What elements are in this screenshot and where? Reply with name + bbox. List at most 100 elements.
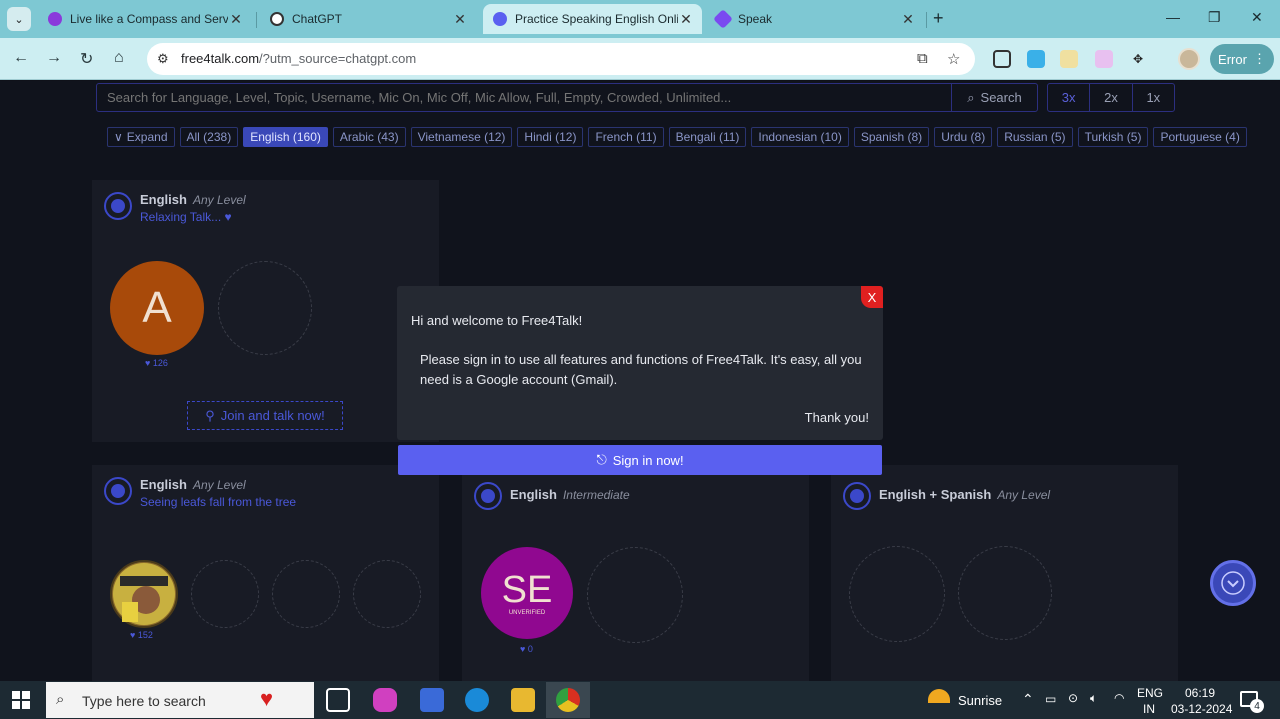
screenshot-extension-icon[interactable] bbox=[993, 50, 1011, 68]
sign-in-button[interactable]: ⎋ Sign in now! bbox=[398, 445, 882, 475]
modal-message: Please sign in to use all features and f… bbox=[420, 352, 862, 387]
modal-thanks: Thank you! bbox=[804, 410, 869, 425]
room-card: English Intermediate SE UNVERIFIED ♥ 0 bbox=[462, 465, 809, 681]
filter-russian[interactable]: Russian (5) bbox=[997, 127, 1073, 147]
chevron-down-icon: ∨ bbox=[114, 130, 123, 144]
meet-now-icon[interactable]: ⊙ bbox=[1068, 691, 1078, 705]
extension-doc-icon[interactable] bbox=[1060, 50, 1078, 68]
search-icon: ⌕ bbox=[56, 691, 65, 708]
avatar[interactable]: A bbox=[110, 261, 204, 355]
windows-start-icon[interactable] bbox=[12, 691, 30, 709]
volume-icon[interactable]: 🔈︎ bbox=[1090, 691, 1097, 706]
filter-arabic[interactable]: Arabic (43) bbox=[332, 127, 406, 147]
close-tab-icon[interactable]: ✕ bbox=[228, 11, 244, 28]
empty-seat[interactable] bbox=[958, 546, 1052, 640]
filter-indonesian[interactable]: Indonesian (10) bbox=[751, 127, 849, 147]
tab-compass[interactable]: Live like a Compass and Serve a ✕ bbox=[38, 4, 252, 34]
minimize-icon[interactable]: — bbox=[1166, 9, 1180, 25]
filter-french[interactable]: French (11) bbox=[588, 127, 664, 147]
weather-label[interactable]: Sunrise bbox=[958, 693, 1002, 708]
zoom-2x[interactable]: 2x bbox=[1089, 84, 1131, 111]
empty-seat[interactable] bbox=[353, 560, 421, 628]
avatar[interactable] bbox=[110, 560, 178, 628]
tab-chatgpt[interactable]: ChatGPT ✕ bbox=[260, 4, 476, 34]
url-text[interactable]: free4talk.com/?utm_source=chatgpt.com bbox=[181, 51, 416, 66]
filter-english[interactable]: English (160) bbox=[243, 127, 328, 147]
close-window-icon[interactable]: ✕ bbox=[1251, 9, 1263, 26]
chrome-icon bbox=[556, 688, 580, 712]
close-tab-icon[interactable]: ✕ bbox=[678, 11, 694, 28]
network-icon[interactable]: ◠ bbox=[1114, 691, 1124, 705]
filter-expand[interactable]: ∨ Expand bbox=[107, 127, 175, 147]
free4talk-favicon-icon bbox=[493, 12, 507, 26]
taskbar-search[interactable]: ⌕ Type here to search ♥ bbox=[46, 682, 314, 718]
bookmark-star-icon[interactable]: ☆ bbox=[947, 50, 960, 68]
filter-urdu[interactable]: Urdu (8) bbox=[934, 127, 993, 147]
filter-hindi[interactable]: Hindi (12) bbox=[517, 127, 584, 147]
likes-count: ♥ 0 bbox=[520, 644, 533, 654]
site-info-icon[interactable]: ⚙ bbox=[157, 51, 173, 67]
empty-seat[interactable] bbox=[587, 547, 683, 643]
search-button[interactable]: ⌕ Search bbox=[951, 84, 1037, 111]
filter-all[interactable]: All (238) bbox=[179, 127, 239, 147]
search-input[interactable] bbox=[97, 84, 952, 111]
empty-seat[interactable] bbox=[272, 560, 340, 628]
address-bar[interactable]: ⚙ free4talk.com/?utm_source=chatgpt.com … bbox=[147, 43, 975, 75]
task-view-icon[interactable] bbox=[326, 688, 350, 712]
tab-speak[interactable]: Speak ✕ bbox=[706, 4, 924, 34]
profile-avatar[interactable] bbox=[1178, 48, 1200, 70]
file-explorer-icon[interactable] bbox=[511, 688, 535, 712]
forward-icon[interactable]: → bbox=[46, 49, 62, 67]
likes-count: ♥ 126 bbox=[145, 358, 168, 368]
empty-seat[interactable] bbox=[191, 560, 259, 628]
tab-search-icon[interactable]: ⌄ bbox=[7, 7, 31, 31]
compass-favicon-icon bbox=[48, 12, 62, 26]
tab-free4talk[interactable]: Practice Speaking English Onlin ✕ bbox=[483, 4, 702, 34]
windows-taskbar: ⌕ Type here to search ♥ Sunrise ⌃ ▭ ⊙ 🔈︎… bbox=[0, 681, 1280, 719]
new-tab-button[interactable]: + bbox=[933, 8, 944, 29]
more-icon: ⋮ bbox=[1252, 51, 1266, 66]
back-icon[interactable]: ← bbox=[13, 49, 29, 67]
link-icon: ⚲ bbox=[205, 407, 215, 423]
edge-icon[interactable] bbox=[465, 688, 489, 712]
sunrise-icon bbox=[928, 689, 950, 703]
clock-time[interactable]: 06:19 bbox=[1185, 686, 1215, 700]
modal-greeting: Hi and welcome to Free4Talk! bbox=[411, 313, 583, 328]
avatar[interactable]: SE UNVERIFIED bbox=[481, 547, 573, 639]
error-button[interactable]: Error ⋮ bbox=[1210, 44, 1274, 74]
language-indicator[interactable]: ENG bbox=[1137, 686, 1163, 700]
scroll-down-button[interactable] bbox=[1210, 560, 1256, 606]
close-modal-button[interactable]: X bbox=[861, 286, 883, 308]
install-app-icon[interactable]: ⧉ bbox=[917, 50, 928, 67]
calculator-icon[interactable] bbox=[420, 688, 444, 712]
search-highlight-icon: ♥ bbox=[260, 686, 274, 711]
room-level: Any Level bbox=[192, 478, 246, 492]
zoom-1x[interactable]: 1x bbox=[1131, 84, 1174, 111]
clock-date[interactable]: 03-12-2024 bbox=[1171, 702, 1232, 716]
join-room-button[interactable]: ⚲ Join and talk now! bbox=[187, 401, 343, 430]
close-tab-icon[interactable]: ✕ bbox=[900, 11, 916, 28]
extensions-puzzle-icon[interactable]: ✥ bbox=[1129, 50, 1147, 68]
maximize-icon[interactable]: ❐ bbox=[1208, 9, 1221, 26]
empty-seat[interactable] bbox=[218, 261, 312, 355]
filter-bengali[interactable]: Bengali (11) bbox=[668, 127, 747, 147]
extension-blue-icon[interactable] bbox=[1027, 50, 1045, 68]
chrome-taskbar-button[interactable] bbox=[546, 682, 590, 718]
empty-seat[interactable] bbox=[849, 546, 945, 642]
likes-count: ♥ 152 bbox=[130, 630, 153, 640]
extension-pink-icon[interactable] bbox=[1095, 50, 1113, 68]
zoom-3x[interactable]: 3x bbox=[1048, 84, 1089, 111]
free4talk-logo-icon bbox=[104, 477, 132, 505]
filter-vietnamese[interactable]: Vietnamese (12) bbox=[410, 127, 513, 147]
filter-spanish[interactable]: Spanish (8) bbox=[853, 127, 930, 147]
speak-favicon-icon bbox=[713, 9, 733, 29]
reload-icon[interactable]: ↻ bbox=[80, 49, 93, 69]
battery-icon[interactable]: ▭ bbox=[1045, 692, 1056, 706]
browser-toolbar: ← → ↻ ⌂ ⚙ free4talk.com/?utm_source=chat… bbox=[0, 38, 1280, 80]
copilot-icon[interactable] bbox=[373, 688, 397, 712]
home-icon[interactable]: ⌂ bbox=[114, 49, 124, 67]
close-tab-icon[interactable]: ✕ bbox=[452, 11, 468, 28]
filter-turkish[interactable]: Turkish (5) bbox=[1077, 127, 1149, 147]
tray-chevron-icon[interactable]: ⌃ bbox=[1022, 691, 1034, 708]
filter-portuguese[interactable]: Portuguese (4) bbox=[1153, 127, 1247, 147]
